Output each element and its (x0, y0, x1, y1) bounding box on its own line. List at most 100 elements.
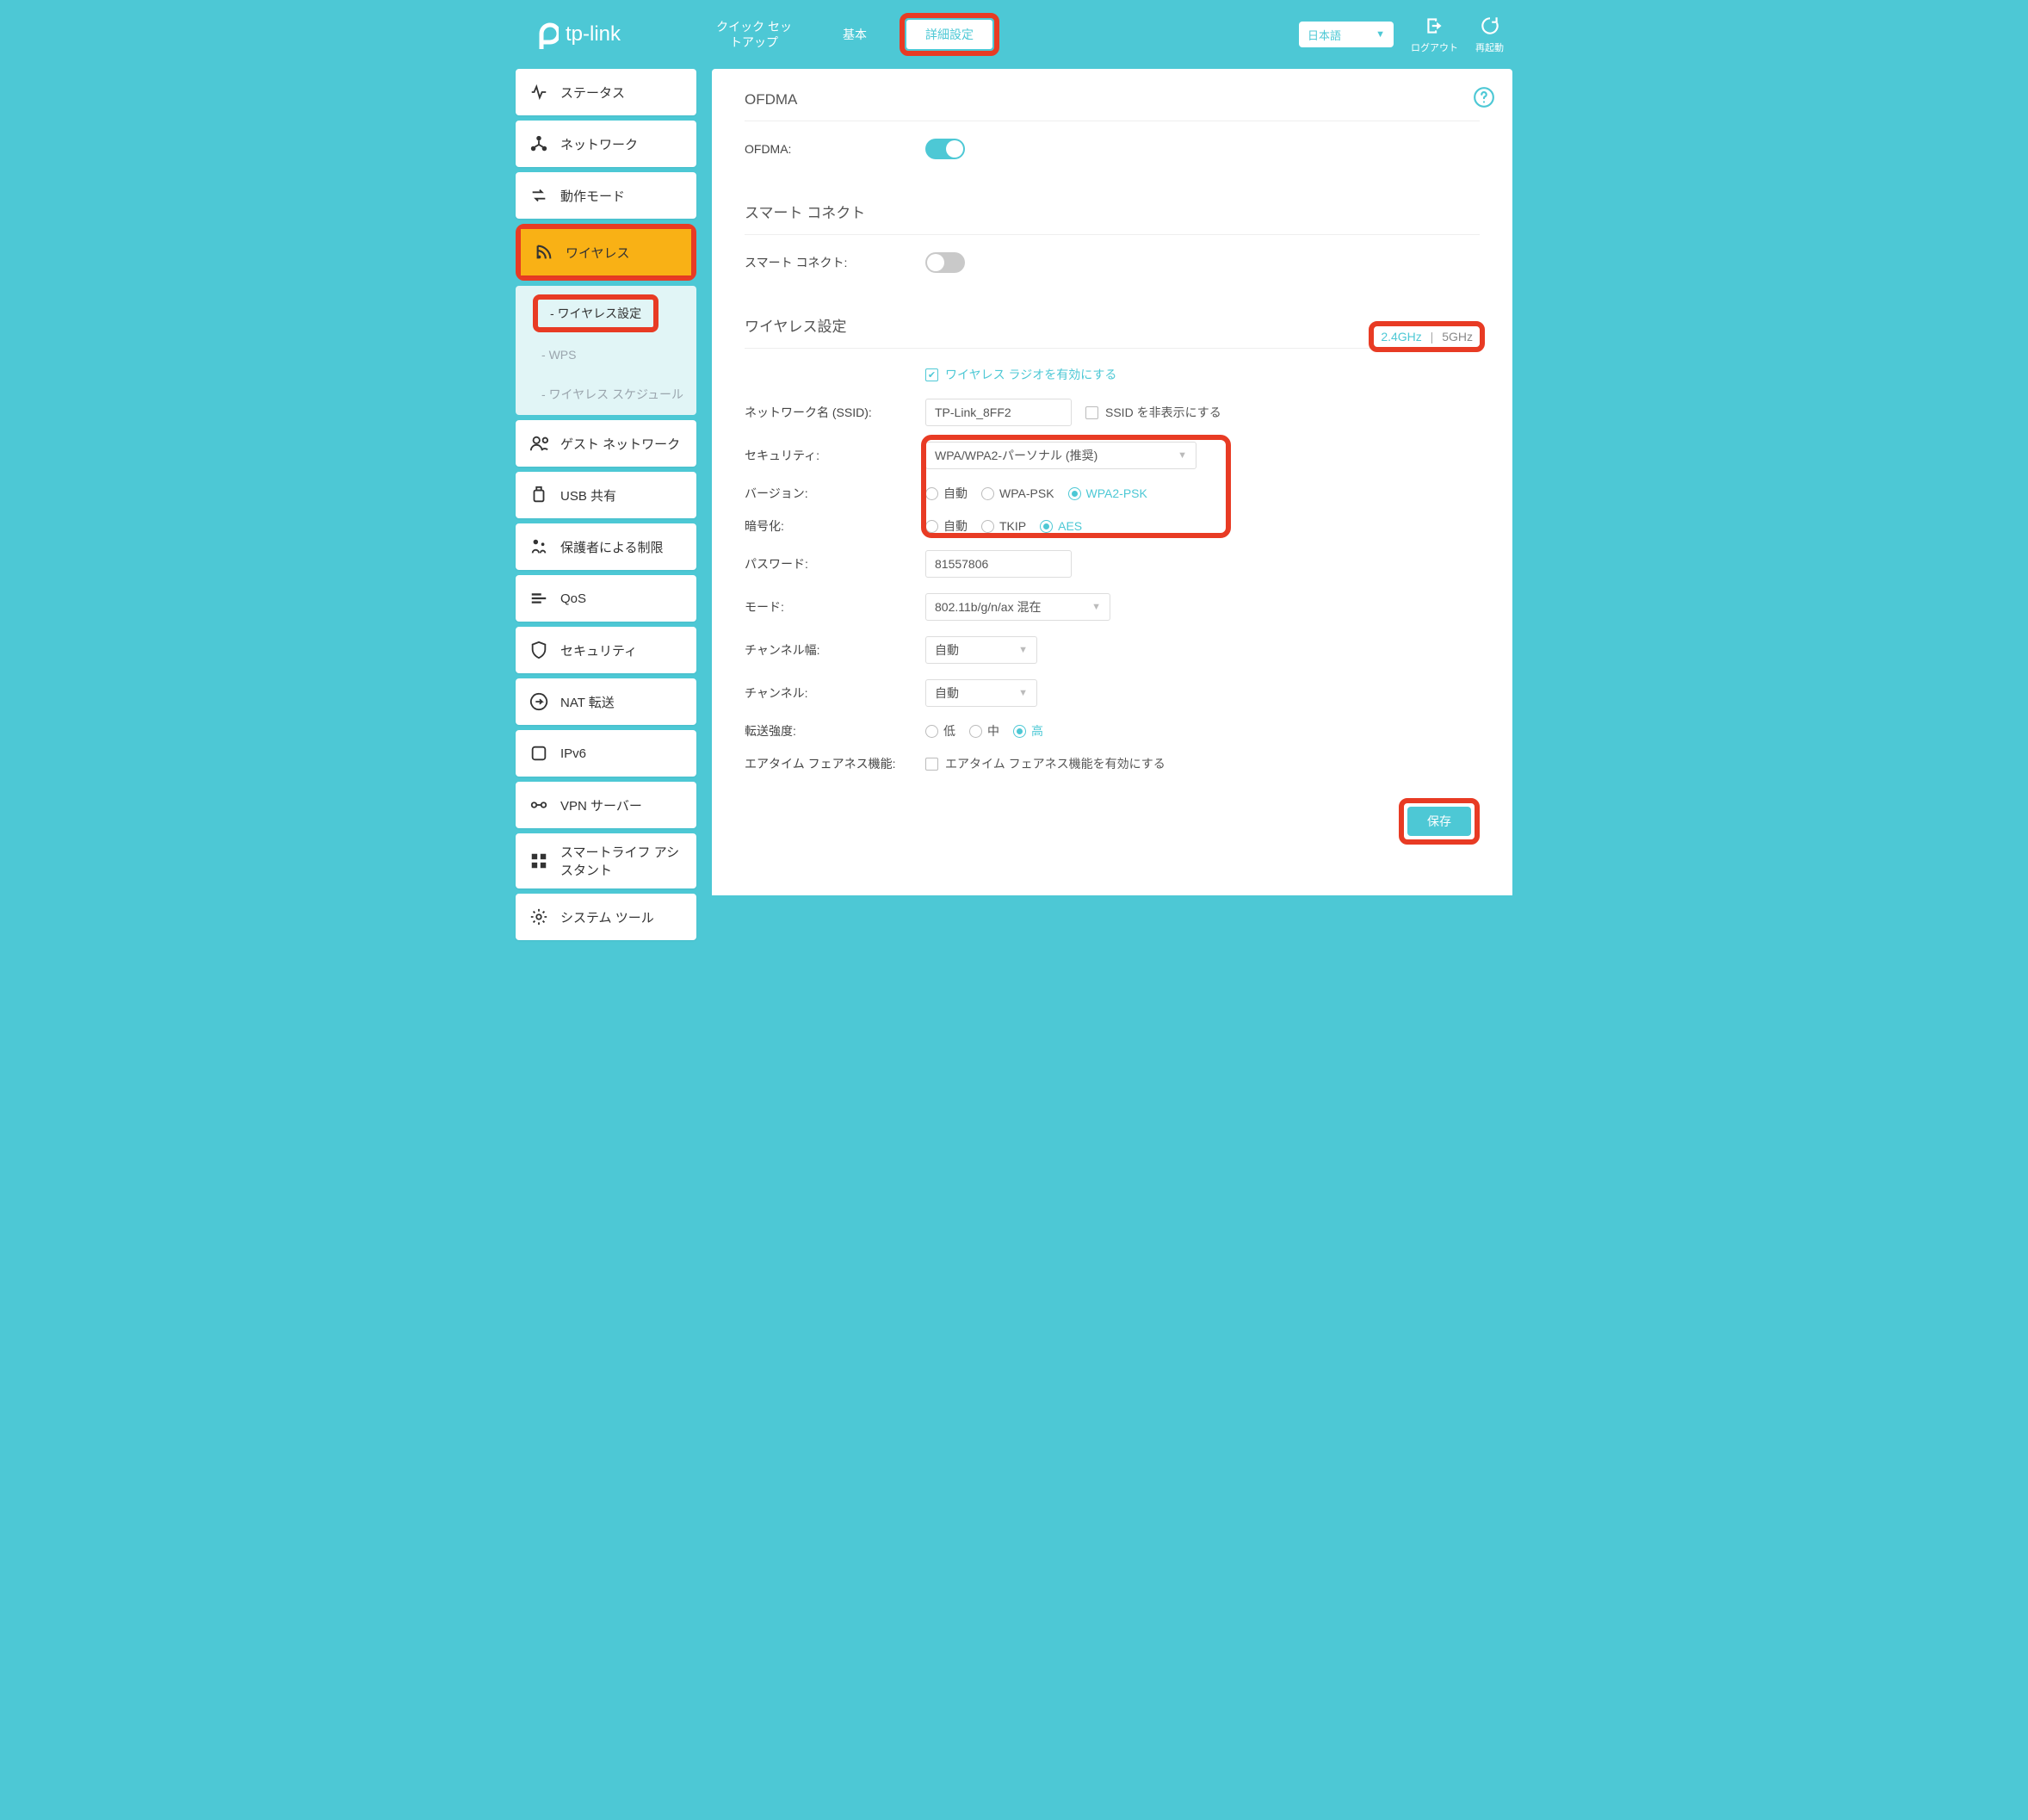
channel-label: チャンネル: (745, 684, 925, 702)
vpn-icon (529, 795, 548, 814)
section-smart-title: スマート コネクト (745, 201, 1480, 235)
sidebar-item-qos[interactable]: QoS (516, 575, 696, 622)
sidebar-item-wireless[interactable]: ワイヤレス (521, 229, 691, 275)
mode-select[interactable]: 802.11b/g/n/ax 混在▼ (925, 593, 1110, 621)
highlight-wireless-settings: - ワイヤレス設定 (533, 294, 658, 332)
sidebar: ステータス ネットワーク 動作モード ワイヤレス - ワイヤレス設定 - WPS… (516, 69, 696, 940)
checkbox-icon (1085, 406, 1098, 419)
section-ofdma-title: OFDMA (745, 91, 1480, 121)
reboot-button[interactable]: 再起動 (1475, 15, 1504, 54)
channel-width-label: チャンネル幅: (745, 641, 925, 659)
logout-button[interactable]: ログアウト (1411, 15, 1458, 54)
network-icon (529, 134, 548, 153)
language-select[interactable]: 日本語 ▼ (1299, 22, 1394, 47)
sidebar-sub-schedule[interactable]: - ワイヤレス スケジュール (516, 374, 696, 415)
ssid-input[interactable] (925, 399, 1072, 426)
security-select[interactable]: WPA/WPA2-パーソナル (推奨) ▼ (925, 442, 1196, 469)
smartlife-icon (529, 851, 548, 870)
chevron-down-icon: ▼ (1178, 450, 1187, 461)
save-button[interactable]: 保存 (1407, 807, 1471, 836)
highlight-wireless-nav: ワイヤレス (516, 224, 696, 281)
version-wpa-radio[interactable]: WPA-PSK (981, 486, 1054, 500)
version-wpa2-radio[interactable]: WPA2-PSK (1068, 486, 1147, 500)
smartconnect-toggle[interactable] (925, 252, 965, 273)
highlight-band-tabs: 2.4GHz | 5GHz (1369, 321, 1485, 352)
mode-icon (529, 186, 548, 205)
chevron-down-icon: ▼ (1018, 645, 1028, 655)
highlight-save: 保存 (1399, 798, 1480, 845)
sidebar-item-nat[interactable]: NAT 転送 (516, 678, 696, 725)
power-low-radio[interactable]: 低 (925, 722, 955, 740)
enc-auto-radio[interactable]: 自動 (925, 517, 968, 535)
top-nav: クイック セットアップ 基本 詳細設定 (698, 13, 999, 56)
enc-tkip-radio[interactable]: TKIP (981, 519, 1026, 533)
mode-label: モード: (745, 598, 925, 616)
sidebar-sub-wps[interactable]: - WPS (516, 336, 696, 374)
sidebar-item-smartlife[interactable]: スマートライフ アシスタント (516, 833, 696, 888)
header-actions: ログアウト 再起動 (1411, 15, 1504, 54)
airtime-checkbox[interactable]: エアタイム フェアネス機能を有効にする (925, 755, 1165, 772)
sidebar-item-guest[interactable]: ゲスト ネットワーク (516, 420, 696, 467)
security-label: セキュリティ: (745, 447, 925, 464)
shield-icon (529, 641, 548, 659)
band-5-tab[interactable]: 5GHz (1442, 330, 1473, 344)
band-sep: | (1431, 330, 1434, 344)
sidebar-submenu-wireless: - ワイヤレス設定 - WPS - ワイヤレス スケジュール (516, 286, 696, 415)
parental-icon (529, 537, 548, 556)
help-icon (1473, 86, 1495, 108)
chevron-down-icon: ▼ (1018, 688, 1028, 698)
hide-ssid-checkbox[interactable]: SSID を非表示にする (1085, 404, 1221, 421)
tplink-logo-icon (533, 20, 559, 49)
ofdma-label: OFDMA: (745, 142, 925, 156)
channel-width-select[interactable]: 自動▼ (925, 636, 1037, 664)
status-icon (529, 83, 548, 102)
nat-icon (529, 692, 548, 711)
checkbox-icon: ✔ (925, 368, 938, 381)
brand-logo: tp-link (533, 20, 621, 49)
smartconnect-label: スマート コネクト: (745, 254, 925, 271)
sidebar-item-status[interactable]: ステータス (516, 69, 696, 115)
power-mid-radio[interactable]: 中 (969, 722, 999, 740)
band-24-tab[interactable]: 2.4GHz (1381, 330, 1421, 344)
sidebar-item-system[interactable]: システム ツール (516, 894, 696, 940)
guest-icon (529, 434, 548, 453)
password-label: パスワード: (745, 555, 925, 573)
tx-power-label: 転送強度: (745, 722, 925, 740)
password-input[interactable] (925, 550, 1072, 578)
enable-radio-checkbox[interactable]: ✔ ワイヤレス ラジオを有効にする (925, 366, 1116, 383)
logout-icon (1424, 15, 1446, 37)
tab-quick-setup[interactable]: クイック セットアップ (698, 14, 810, 55)
enc-aes-radio[interactable]: AES (1040, 519, 1082, 533)
chevron-down-icon: ▼ (1376, 29, 1385, 40)
sidebar-item-network[interactable]: ネットワーク (516, 121, 696, 167)
sidebar-sub-wireless-settings[interactable]: - ワイヤレス設定 (550, 306, 641, 320)
airtime-label: エアタイム フェアネス機能: (745, 755, 925, 772)
sidebar-item-mode[interactable]: 動作モード (516, 172, 696, 219)
ipv6-icon (529, 744, 548, 763)
brand-text: tp-link (566, 22, 621, 46)
sidebar-item-vpn[interactable]: VPN サーバー (516, 782, 696, 828)
sidebar-item-parental[interactable]: 保護者による制限 (516, 523, 696, 570)
wireless-icon (535, 243, 553, 262)
tab-basic[interactable]: 基本 (827, 22, 882, 47)
channel-select[interactable]: 自動▼ (925, 679, 1037, 707)
ssid-label: ネットワーク名 (SSID): (745, 404, 925, 421)
language-value: 日本語 (1308, 27, 1341, 43)
help-button[interactable] (1473, 86, 1495, 111)
tab-advanced[interactable]: 詳細設定 (906, 20, 992, 49)
sidebar-item-usb[interactable]: USB 共有 (516, 472, 696, 518)
usb-icon (529, 486, 548, 505)
gear-icon (529, 907, 548, 926)
ofdma-toggle[interactable] (925, 139, 965, 159)
checkbox-icon (925, 758, 938, 771)
version-auto-radio[interactable]: 自動 (925, 485, 968, 502)
chevron-down-icon: ▼ (1091, 602, 1101, 612)
main-panel: OFDMA OFDMA: スマート コネクト スマート コネクト: ワイヤレス設… (712, 69, 1512, 895)
qos-icon (529, 589, 548, 608)
power-high-radio[interactable]: 高 (1013, 722, 1043, 740)
reboot-icon (1479, 15, 1501, 37)
sidebar-item-ipv6[interactable]: IPv6 (516, 730, 696, 777)
version-label: バージョン: (745, 485, 925, 502)
sidebar-item-security[interactable]: セキュリティ (516, 627, 696, 673)
top-header: tp-link クイック セットアップ 基本 詳細設定 日本語 ▼ ログアウト … (507, 0, 1521, 69)
